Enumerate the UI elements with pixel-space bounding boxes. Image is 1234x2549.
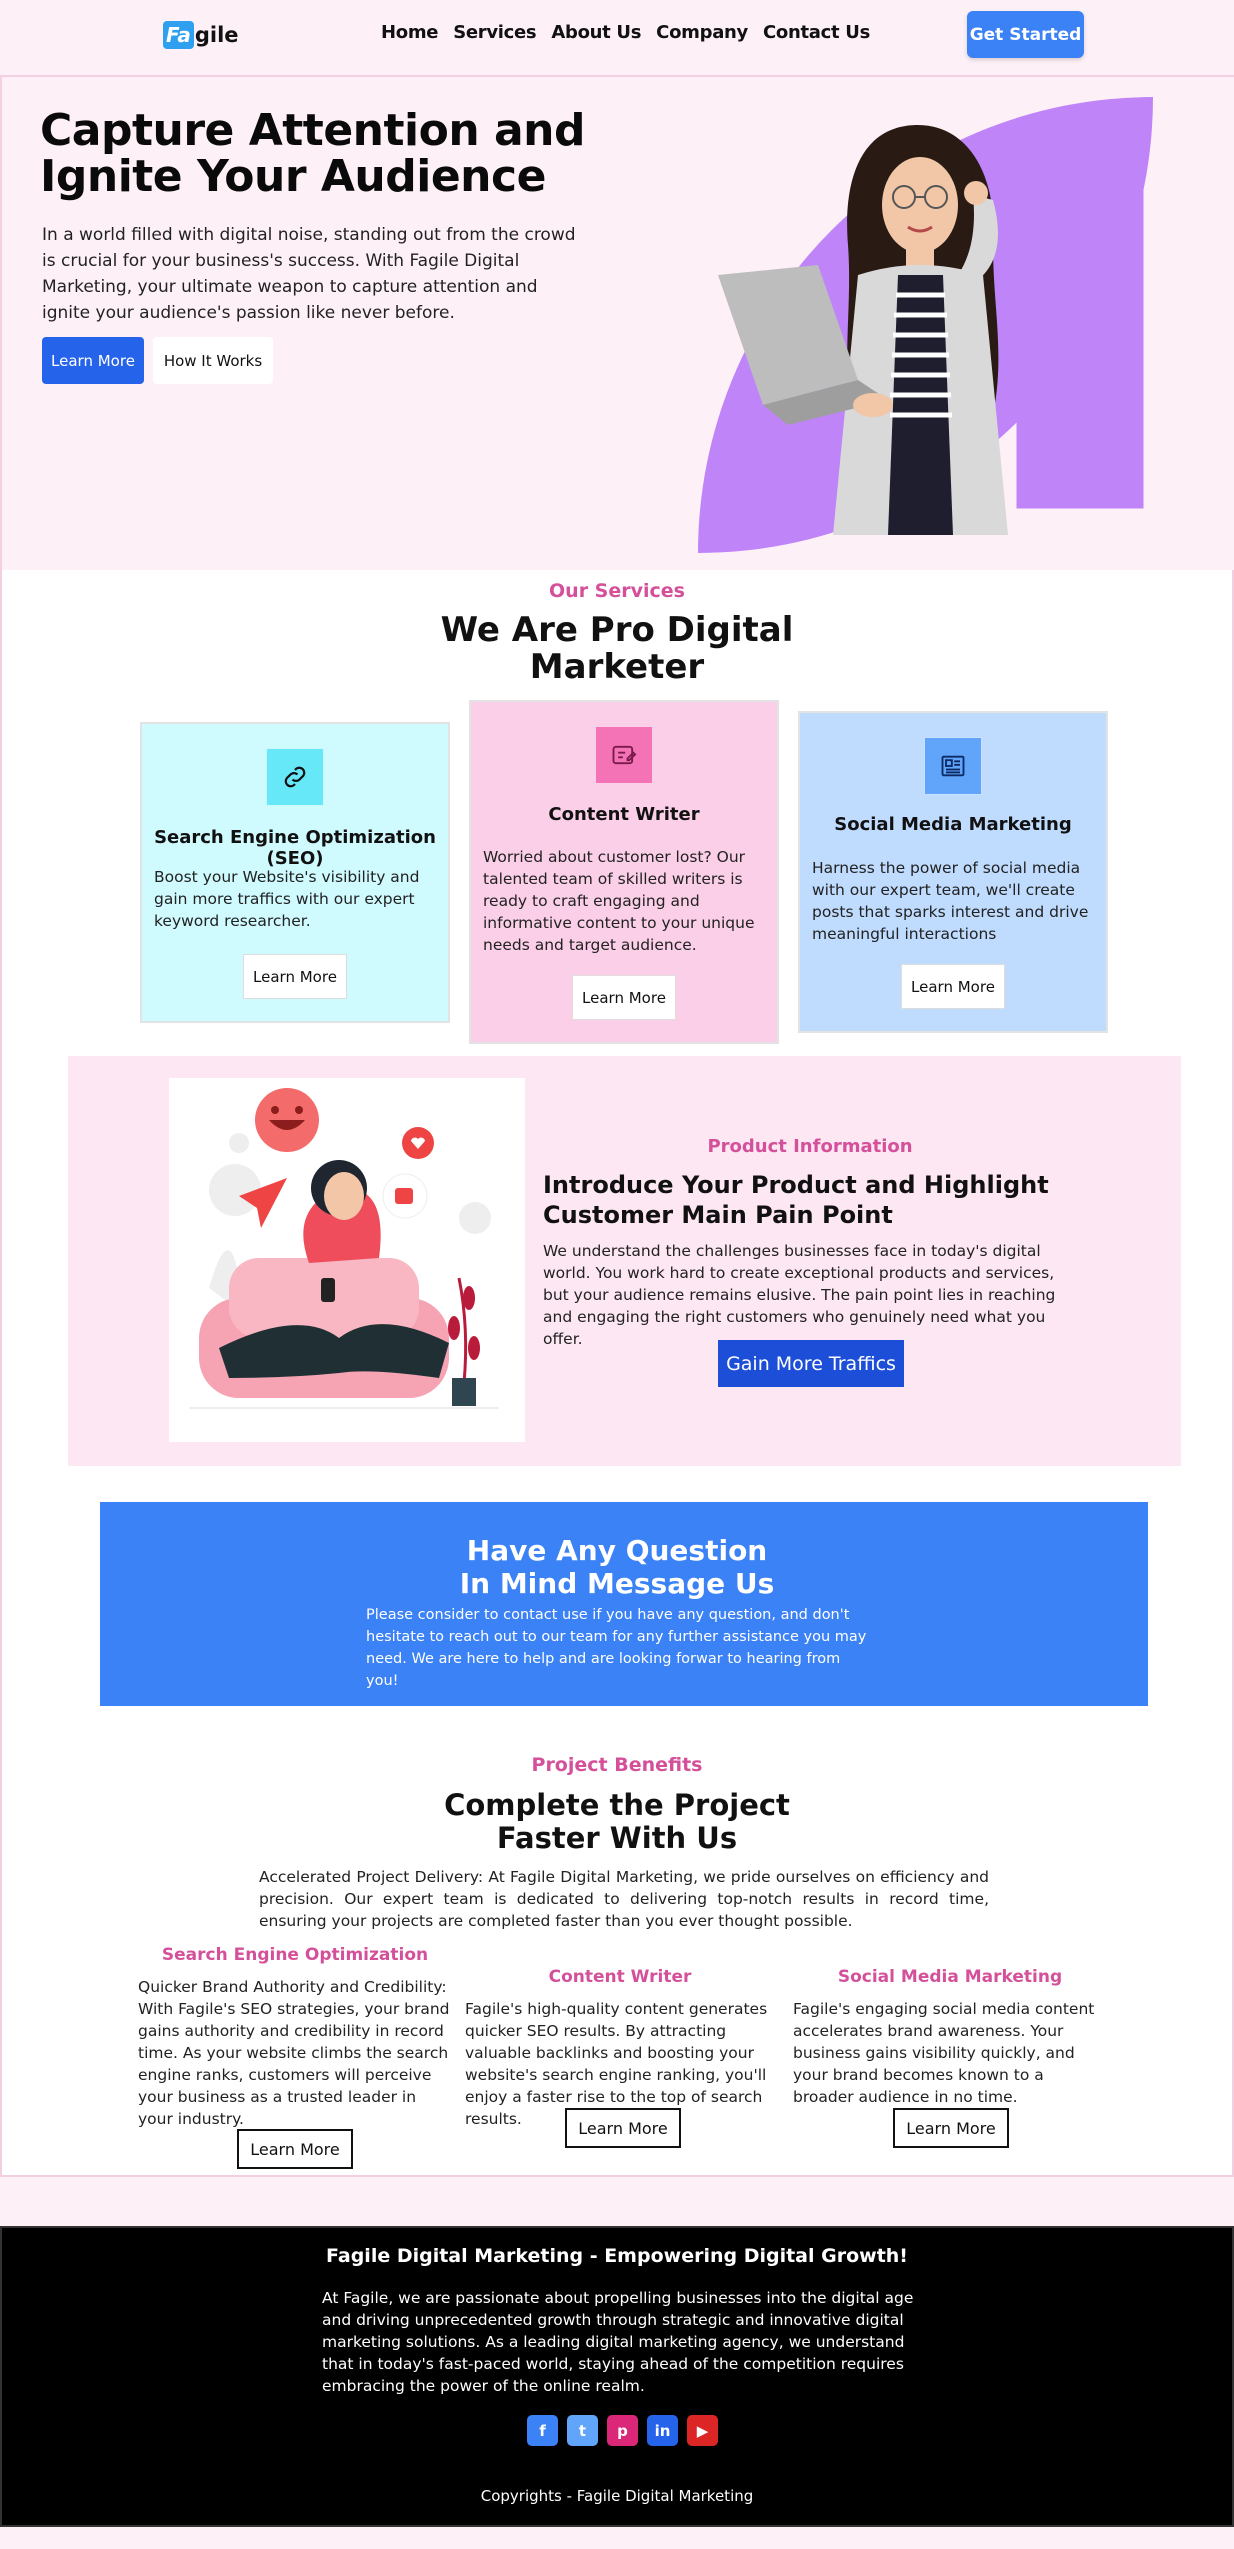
benefit-seo-learn-more-button[interactable]: Learn More: [237, 2129, 353, 2169]
benefit-title: Social Media Marketing: [837, 1967, 1063, 1987]
social-media-learn-more-button[interactable]: Learn More: [901, 964, 1005, 1009]
nav-about-us[interactable]: About Us: [551, 22, 641, 43]
benefits-title: Complete the Project Faster With Us: [444, 1788, 790, 1855]
get-started-button[interactable]: Get Started: [967, 11, 1084, 58]
bottom-strip: [0, 2527, 1234, 2549]
service-card-text: Worried about customer lost? Our talente…: [483, 848, 755, 954]
page-frame-left: [0, 570, 2, 2175]
product-title: Introduce Your Product and Highlight Cus…: [543, 1171, 1049, 1229]
service-card-text: Harness the power of social media with o…: [812, 859, 1089, 943]
product-text: We understand the challenges businesses …: [543, 1242, 1056, 1348]
nav-services[interactable]: Services: [453, 22, 536, 43]
youtube-icon[interactable]: ▶: [687, 2415, 718, 2446]
product-illustration: [169, 1078, 525, 1442]
logo-mark: Fa: [163, 21, 194, 49]
footer-title: Fagile Digital Marketing - Empowering Di…: [326, 2245, 908, 2267]
seo-learn-more-button[interactable]: Learn More: [243, 954, 347, 999]
nav-home[interactable]: Home: [381, 22, 439, 43]
services-eyebrow: Our Services: [549, 580, 685, 602]
newspaper-icon: [924, 737, 982, 795]
footer-spacer: [0, 2175, 1234, 2226]
benefits-eyebrow: Project Benefits: [531, 1754, 703, 1776]
service-card-title: Search Engine Optimization (SEO): [154, 827, 436, 869]
twitter-icon[interactable]: t: [567, 2415, 598, 2446]
benefit-text: Quicker Brand Authority and Credibility:…: [138, 1978, 450, 2128]
contact-title-line1: Have Any Question: [466, 1534, 768, 1567]
site-header: Fa gile Home Services About Us Company Co…: [0, 0, 1234, 77]
logo[interactable]: Fa gile: [163, 20, 239, 50]
main-nav: Home Services About Us Company Contact U…: [381, 22, 870, 43]
nav-company[interactable]: Company: [656, 22, 748, 43]
woman-with-phone-illustration: [189, 1088, 499, 1409]
how-it-works-button[interactable]: How It Works: [153, 337, 273, 384]
service-card-content-writer: Content Writer Worried about customer lo…: [469, 700, 779, 1044]
service-card-seo: Search Engine Optimization (SEO) Boost y…: [140, 722, 450, 1023]
pencil-note-icon: [595, 726, 653, 784]
link-icon: [266, 748, 324, 806]
footer-text: At Fagile, we are passionate about prope…: [322, 2289, 914, 2395]
content-writer-learn-more-button[interactable]: Learn More: [572, 975, 676, 1020]
service-card-title: Social Media Marketing: [834, 814, 1072, 835]
hero-learn-more-button[interactable]: Learn More: [42, 337, 144, 384]
service-card-title: Content Writer: [548, 804, 700, 825]
contact-title-line2: In Mind Message Us: [459, 1567, 775, 1600]
benefit-title: Content Writer: [548, 1967, 692, 1987]
facebook-icon[interactable]: f: [527, 2415, 558, 2446]
hero-text: In a world filled with digital noise, st…: [42, 225, 576, 323]
benefit-title: Search Engine Optimization: [161, 1945, 429, 1965]
copyright-text: Copyrights - Fagile Digital Marketing: [480, 2487, 754, 2505]
nav-contact-us[interactable]: Contact Us: [763, 22, 870, 43]
gain-more-traffics-button[interactable]: Gain More Traffics: [718, 1340, 904, 1387]
contact-text: Please consider to contact use if you ha…: [366, 1607, 867, 1689]
logo-text: gile: [194, 23, 239, 47]
benefit-social-media-learn-more-button[interactable]: Learn More: [893, 2108, 1009, 2148]
services-title: We Are Pro Digital Marketer: [440, 610, 794, 687]
social-links: f t p in ▶: [527, 2415, 718, 2446]
service-card-text: Boost your Website's visibility and gain…: [154, 868, 420, 930]
service-card-social-media: Social Media Marketing Harness the power…: [798, 711, 1108, 1033]
pinterest-icon[interactable]: p: [607, 2415, 638, 2446]
hero-woman-illustration: [718, 125, 1008, 535]
benefits-text: Accelerated Project Delivery: At Fagile …: [259, 1868, 989, 1930]
contact-title: Have Any Question In Mind Message Us: [0, 1534, 1234, 1600]
product-eyebrow: Product Information: [707, 1136, 913, 1157]
benefit-content-writer-learn-more-button[interactable]: Learn More: [565, 2108, 681, 2148]
benefit-text: Fagile's engaging social media content a…: [793, 2000, 1095, 2106]
linkedin-icon[interactable]: in: [647, 2415, 678, 2446]
hero-title: Capture Attention and Ignite Your Audien…: [40, 105, 585, 202]
